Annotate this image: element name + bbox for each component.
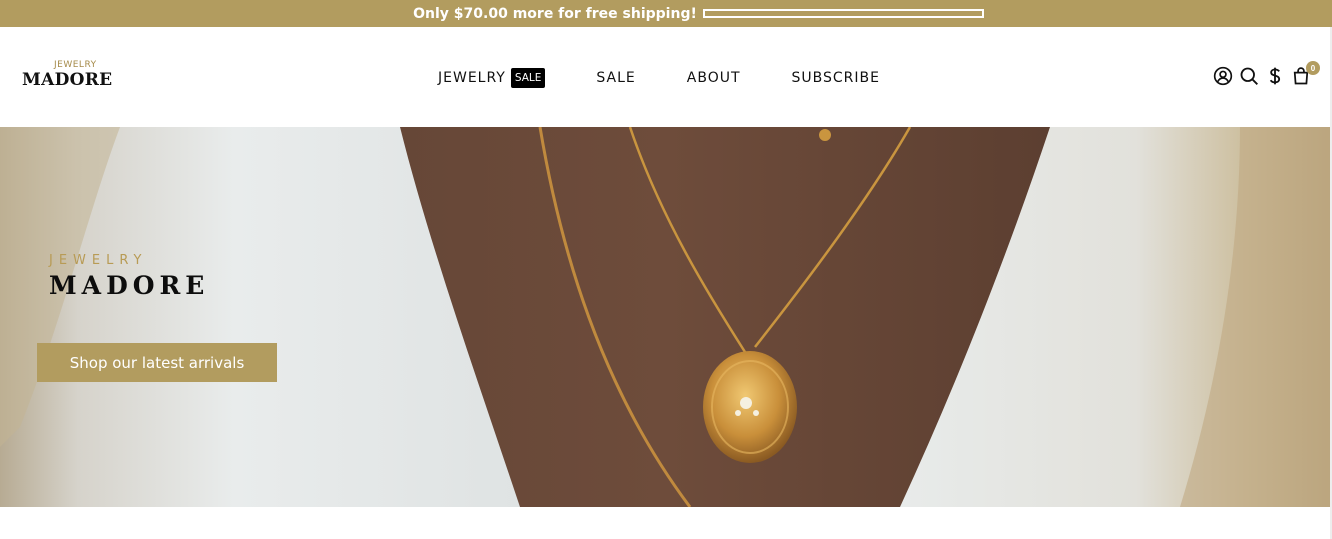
- site-header: JEWELRY MADORE JEWELRY SALE SALE ABOUT S…: [0, 27, 1332, 127]
- main-nav: JEWELRY SALE SALE ABOUT SUBSCRIBE: [438, 68, 880, 88]
- nav-item-jewelry[interactable]: JEWELRY SALE: [438, 68, 546, 88]
- account-icon[interactable]: [1212, 65, 1234, 87]
- hero-brand: JEWELRY MADORE: [49, 253, 209, 301]
- nav-item-label: JEWELRY: [438, 70, 506, 86]
- nav-item-sale[interactable]: SALE: [596, 70, 635, 86]
- logo-big-text: MADORE: [22, 70, 113, 90]
- logo-small-text: JEWELRY: [54, 60, 97, 70]
- free-shipping-progress-bar: [702, 9, 984, 18]
- cart-icon[interactable]: 0: [1290, 61, 1320, 87]
- announcement-bar: Only $70.00 more for free shipping!: [0, 0, 1332, 27]
- nav-item-about[interactable]: ABOUT: [687, 70, 741, 86]
- cart-count-badge: 0: [1306, 61, 1320, 75]
- hero-brand-small: JEWELRY: [49, 253, 148, 268]
- header-icons: 0: [1212, 61, 1320, 87]
- free-shipping-message: Only $70.00 more for free shipping!: [413, 5, 697, 22]
- search-icon[interactable]: [1238, 65, 1260, 87]
- site-logo[interactable]: JEWELRY MADORE: [22, 60, 112, 90]
- hero-banner: JEWELRY MADORE Shop our latest arrivals: [0, 127, 1330, 507]
- sale-badge: SALE: [510, 68, 546, 88]
- nav-item-subscribe[interactable]: SUBSCRIBE: [792, 70, 880, 86]
- currency-icon[interactable]: [1264, 65, 1286, 87]
- shop-latest-arrivals-button[interactable]: Shop our latest arrivals: [37, 343, 277, 382]
- hero-brand-big: MADORE: [49, 271, 210, 300]
- hero-necklace-image: [0, 127, 1330, 507]
